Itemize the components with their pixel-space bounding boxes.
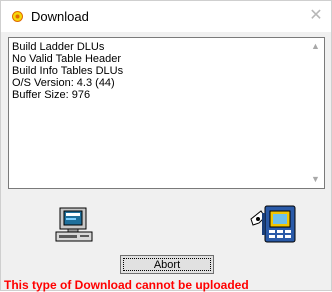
chevron-up-icon: ▲: [311, 41, 320, 51]
plc-device-icon: [250, 205, 296, 243]
chevron-down-icon: ▼: [311, 174, 320, 184]
title-bar: Download ✕: [1, 1, 331, 32]
log-line: Buffer Size: 976: [12, 89, 91, 101]
log-scrollbar[interactable]: ▲ ▼: [307, 38, 324, 188]
computer-icon: [55, 207, 93, 242]
scroll-up-button[interactable]: ▲: [307, 38, 324, 55]
error-message: This type of Download cannot be uploaded: [4, 278, 249, 292]
close-icon: ✕: [309, 7, 323, 24]
log-line: O/S Version: 4.3 (44): [12, 77, 115, 89]
log-line: No Valid Table Header: [12, 53, 122, 65]
window-title: Download: [31, 9, 89, 24]
log-line: Build Info Tables DLUs: [12, 65, 124, 77]
log-line: Build Ladder DLUs: [12, 41, 105, 53]
download-status-icon: [12, 11, 23, 22]
download-log[interactable]: Build Ladder DLUs No Valid Table Header …: [8, 37, 325, 189]
close-button[interactable]: ✕: [301, 1, 331, 32]
log-lines: Build Ladder DLUs No Valid Table Header …: [12, 41, 306, 101]
scroll-down-button[interactable]: ▼: [307, 171, 324, 188]
abort-button[interactable]: Abort: [120, 255, 214, 274]
download-dialog: Download ✕ Build Ladder DLUs No Valid Ta…: [0, 0, 332, 292]
